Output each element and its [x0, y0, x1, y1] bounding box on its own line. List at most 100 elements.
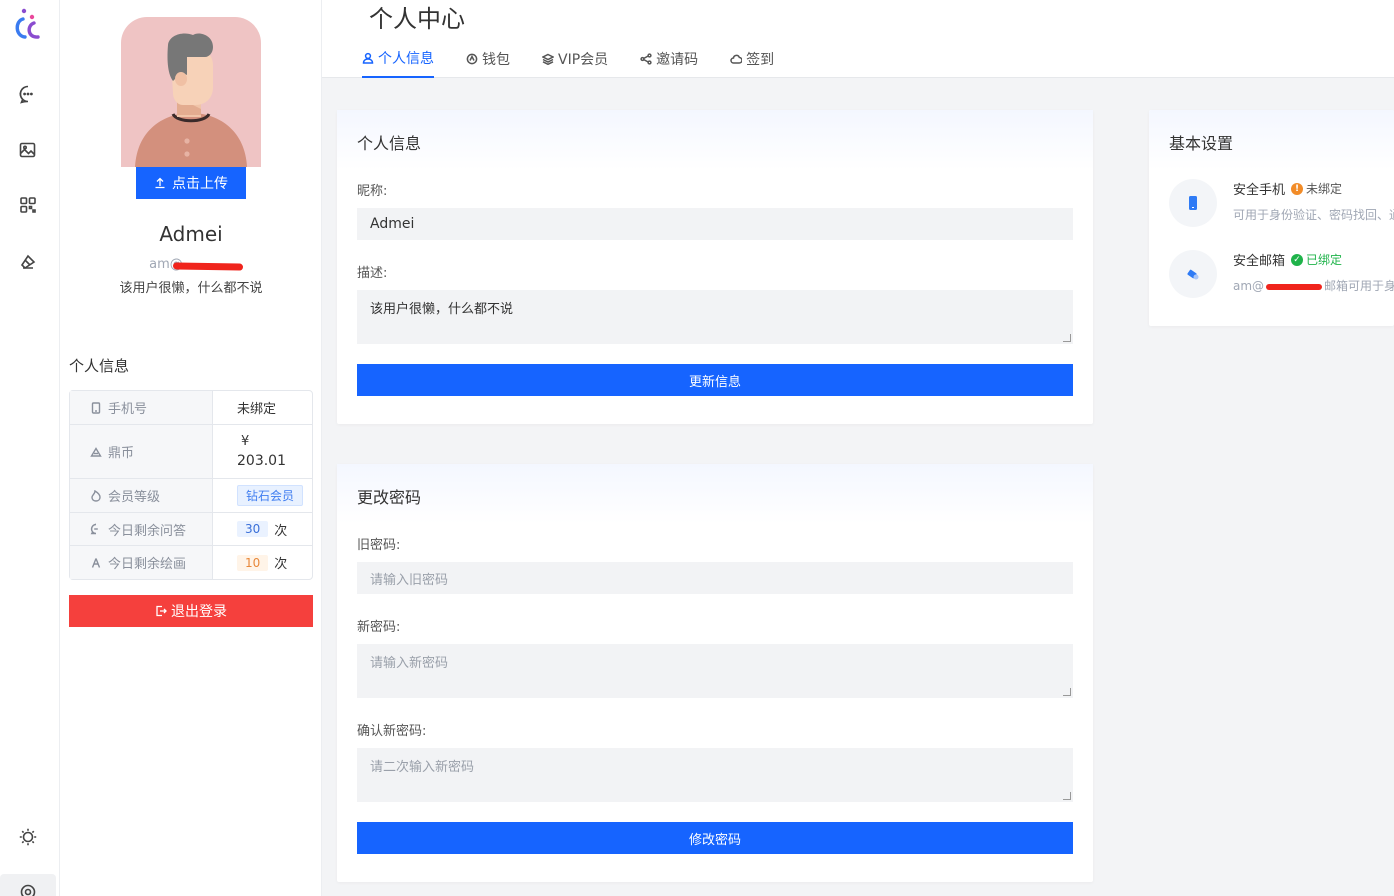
- setting-title-text: 安全邮箱: [1233, 254, 1286, 269]
- chat-icon[interactable]: [16, 82, 40, 106]
- setting-description: am@ 邮箱可用于身份: [1233, 277, 1394, 294]
- update-info-button[interactable]: 更新信息: [357, 364, 1073, 396]
- table-row-phone: 手机号 未绑定: [70, 391, 312, 425]
- old-password-input[interactable]: 请输入旧密码: [357, 562, 1073, 594]
- confirm-password-label: 确认新密码:: [357, 724, 427, 739]
- new-password-placeholder: 请输入新密码: [370, 656, 449, 671]
- phone-icon: [91, 401, 101, 414]
- draw-remaining-count: 10: [237, 554, 269, 571]
- new-password-textarea[interactable]: 请输入新密码: [357, 644, 1073, 698]
- status-text: 已绑定: [1306, 253, 1343, 267]
- description-label: 描述:: [357, 266, 388, 281]
- user-email: am@: [60, 257, 322, 272]
- row-key-text: 今日剩余绘画: [108, 557, 187, 572]
- theme-sun-icon[interactable]: [16, 825, 40, 849]
- description-value: 该用户很懒，什么都不说: [370, 302, 514, 317]
- table-row-coins: 鼎币 ¥ 203.01: [70, 425, 312, 479]
- setting-security-phone[interactable]: 安全手机 ! 未绑定 可用于身份验证、密码找回、通: [1169, 179, 1394, 227]
- table-key: 会员等级: [70, 479, 213, 512]
- tab-invite-code[interactable]: 邀请码: [640, 48, 698, 78]
- vip-level-badge: 钻石会员: [237, 485, 304, 506]
- upload-avatar-button[interactable]: 点击上传: [136, 167, 246, 199]
- description-textarea[interactable]: 该用户很懒，什么都不说: [357, 290, 1073, 344]
- page-title: 个人中心: [369, 5, 465, 33]
- setting-body: 安全邮箱 ✓ 已绑定 am@ 邮箱可用于身份: [1233, 250, 1394, 298]
- email-setting-icon: [1169, 250, 1217, 298]
- confirm-password-placeholder: 请二次输入新密码: [370, 760, 475, 775]
- confirm-password-textarea[interactable]: 请二次输入新密码: [357, 748, 1073, 802]
- tab-profile-info[interactable]: 个人信息: [362, 48, 434, 78]
- user-icon: [362, 52, 374, 64]
- settings-tile[interactable]: [0, 874, 56, 896]
- email-desc: 邮箱可用于身份: [1324, 279, 1394, 293]
- profile-info-card: 个人信息 昵称: Admei 描述: 该用户很懒，什么都不说 更新信息: [337, 110, 1093, 424]
- table-key: 今日剩余绘画: [70, 546, 213, 579]
- row-key-text: 鼎币: [108, 446, 135, 461]
- setting-title-text: 安全手机: [1233, 183, 1286, 198]
- nickname-label: 昵称:: [357, 184, 388, 199]
- setting-description: 可用于身份验证、密码找回、通: [1233, 208, 1394, 222]
- phone-setting-icon: [1169, 179, 1217, 227]
- coin-balance: 203.01: [237, 453, 286, 469]
- card-title: 更改密码: [337, 464, 1093, 524]
- logout-button[interactable]: 退出登录: [69, 595, 313, 627]
- apps-grid-icon[interactable]: [16, 193, 40, 217]
- resize-handle[interactable]: [1063, 688, 1071, 696]
- table-value: 30 次: [213, 513, 312, 545]
- layers-icon: [542, 53, 554, 65]
- status-bound: ✓ 已绑定: [1291, 251, 1342, 268]
- coin-icon: [90, 446, 102, 457]
- redaction-mark: [172, 262, 244, 271]
- setting-security-email[interactable]: 安全邮箱 ✓ 已绑定 am@ 邮箱可用于身份: [1169, 250, 1394, 298]
- change-password-button[interactable]: 修改密码: [357, 822, 1073, 854]
- setting-title: 安全手机 ! 未绑定: [1233, 179, 1394, 198]
- tab-label: 签到: [746, 52, 775, 68]
- icon-rail: [0, 0, 60, 896]
- row-key-text: 会员等级: [108, 490, 161, 505]
- basic-settings-card: 基本设置 安全手机 ! 未绑定 可用于身份验证、密码找回、通 安全邮箱 ✓ 已绑…: [1149, 110, 1394, 326]
- page-header: 个人中心 个人信息 钱包 VIP会员 邀请码 签到: [322, 0, 1394, 78]
- resize-handle[interactable]: [1063, 334, 1071, 342]
- new-password-label: 新密码:: [357, 620, 401, 635]
- image-gen-icon[interactable]: [16, 138, 40, 162]
- share-icon: [640, 53, 652, 65]
- setting-title: 安全邮箱 ✓ 已绑定: [1233, 250, 1394, 269]
- upload-icon: [155, 177, 165, 189]
- tab-label: 钱包: [482, 52, 510, 68]
- table-row-qa-remaining: 今日剩余问答 30 次: [70, 513, 312, 546]
- currency-symbol: ¥: [241, 434, 250, 449]
- cloud-icon: [730, 54, 743, 64]
- brush-icon[interactable]: [16, 249, 40, 273]
- card-title: 基本设置: [1149, 110, 1394, 170]
- table-value: 10 次: [213, 546, 312, 579]
- status-text: 未绑定: [1306, 182, 1343, 196]
- table-value: 未绑定: [213, 391, 312, 424]
- user-name: Admei: [159, 222, 223, 246]
- user-description: 该用户很懒，什么都不说: [119, 281, 263, 296]
- old-password-label: 旧密码:: [357, 538, 401, 553]
- qa-remaining-count: 30: [237, 521, 269, 537]
- table-key: 手机号: [70, 391, 213, 424]
- nickname-input[interactable]: Admei: [357, 208, 1073, 240]
- profile-panel: 点击上传 Admei am@ 该用户很懒，什么都不说 个人信息 手机号 未绑定 …: [60, 0, 322, 896]
- tab-vip[interactable]: VIP会员: [542, 48, 608, 78]
- profile-info-table: 手机号 未绑定 鼎币 ¥ 203.01 会员等级 钻石会员 今日剩余问答 30 …: [69, 390, 313, 580]
- warning-icon: !: [1291, 182, 1304, 195]
- change-password-card: 更改密码 旧密码: 请输入旧密码 新密码: 请输入新密码 确认新密码: 请二次输…: [337, 464, 1093, 882]
- brush-small-icon: [91, 557, 101, 568]
- app-logo[interactable]: [12, 6, 44, 42]
- tab-checkin[interactable]: 签到: [730, 48, 774, 78]
- tab-bar: 个人信息 钱包 VIP会员 邀请码 签到: [362, 48, 806, 78]
- qa-remaining-unit: 次: [274, 523, 288, 539]
- settings-icon: [20, 884, 36, 896]
- tab-label: 个人信息: [378, 51, 434, 67]
- setting-body: 安全手机 ! 未绑定 可用于身份验证、密码找回、通: [1233, 179, 1394, 227]
- redaction-mark: [1266, 283, 1323, 290]
- table-value: 钻石会员: [213, 479, 312, 512]
- chat-bubble-icon: [90, 523, 98, 535]
- table-key: 鼎币: [70, 425, 213, 478]
- resize-handle[interactable]: [1063, 792, 1071, 800]
- wallet-icon: [466, 53, 478, 65]
- tab-wallet[interactable]: 钱包: [466, 48, 510, 78]
- card-title: 个人信息: [337, 110, 1093, 170]
